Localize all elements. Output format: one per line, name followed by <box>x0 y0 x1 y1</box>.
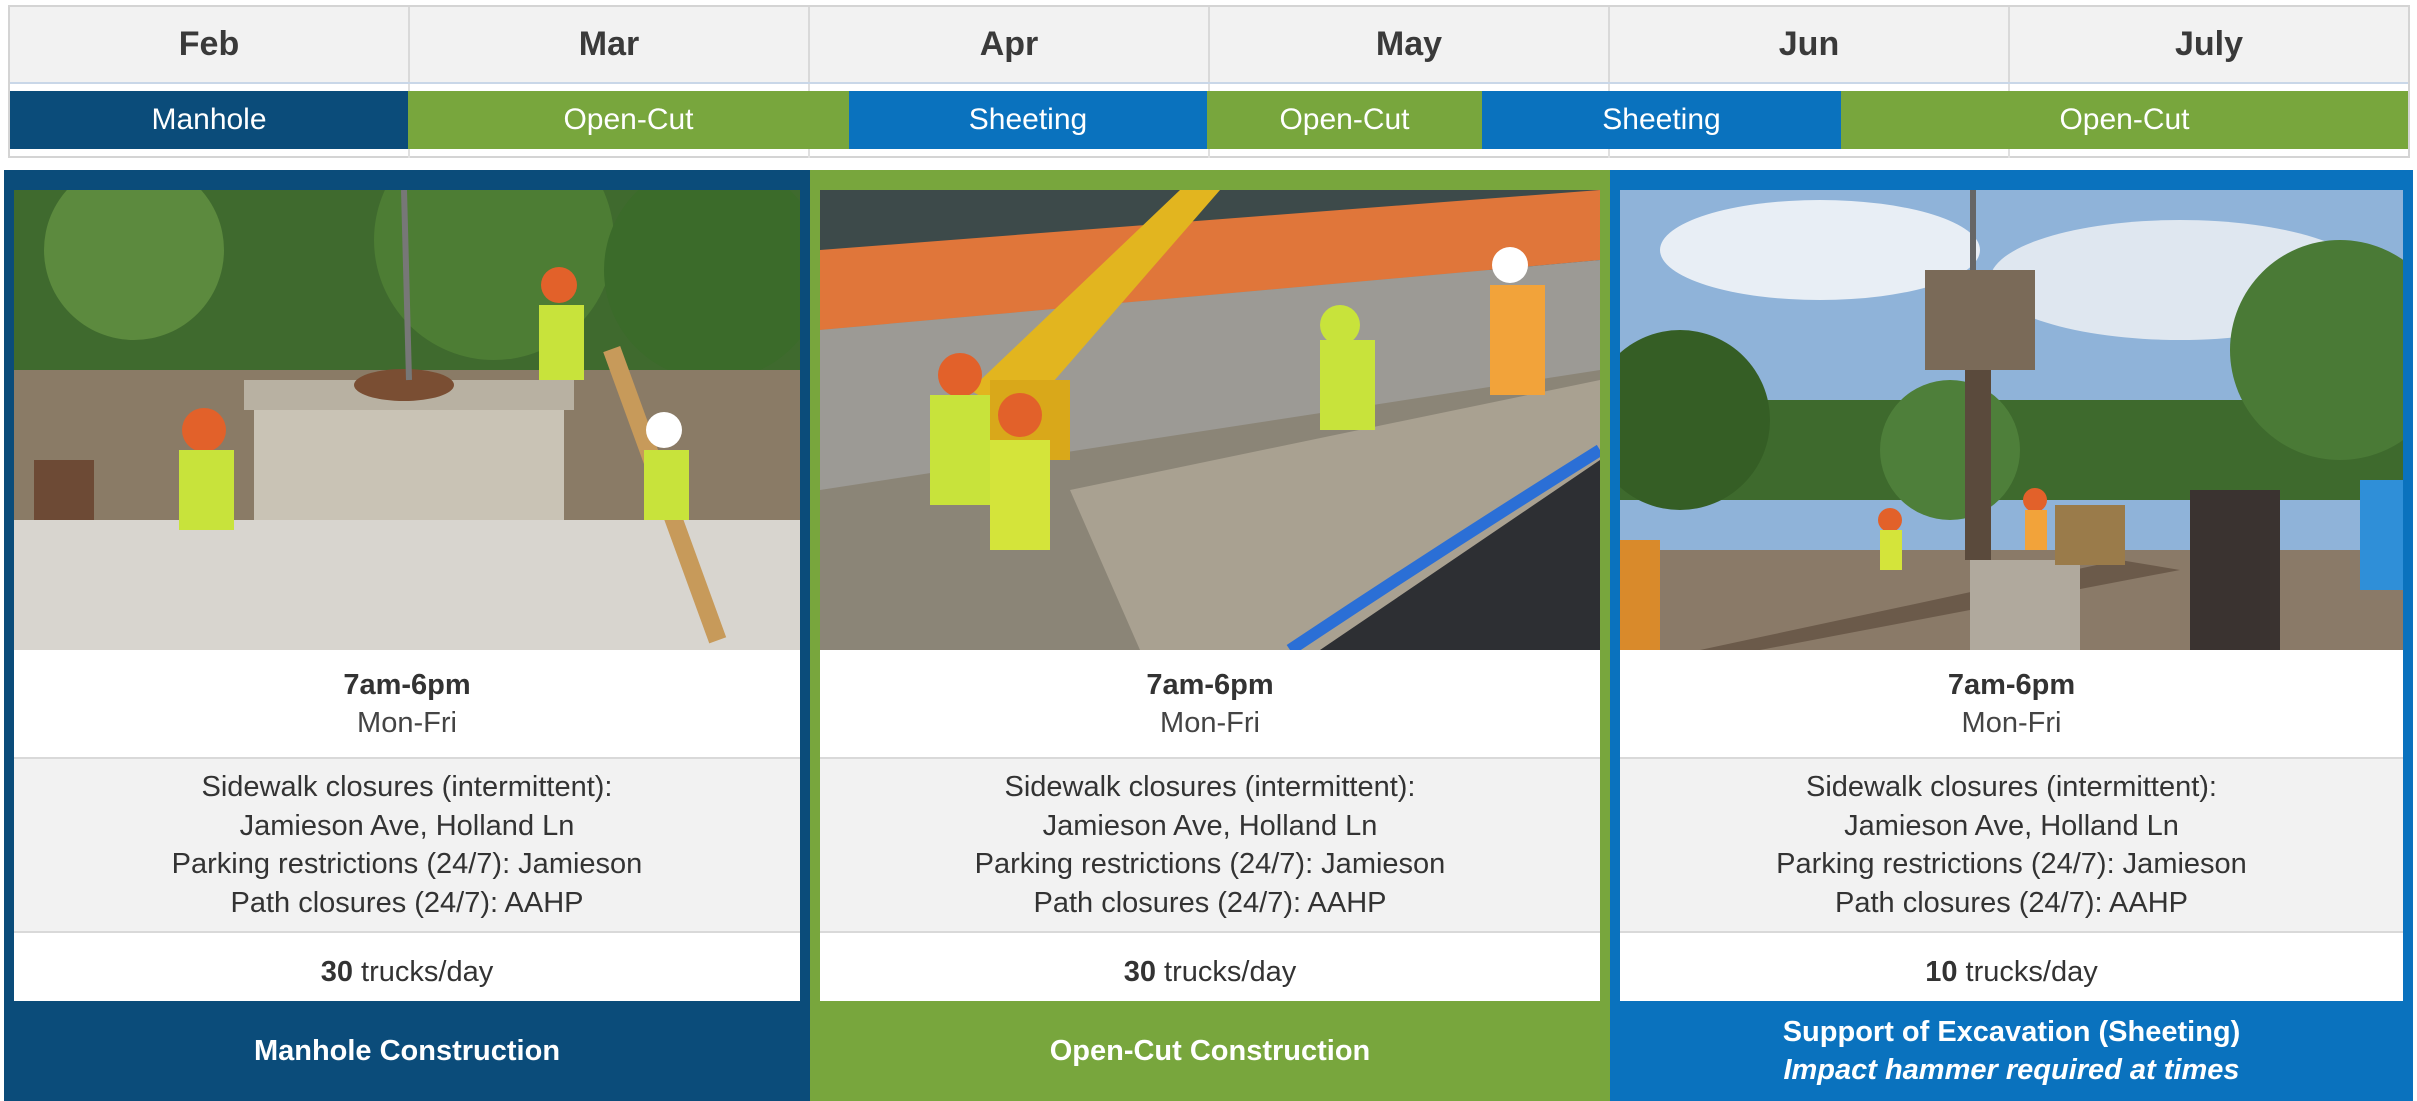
trucks-count: 30 <box>320 955 354 988</box>
closure-line: Sidewalk closures (intermittent): <box>1004 771 1416 803</box>
card-subtitle: Impact hammer required at times <box>1783 1054 2240 1086</box>
work-hours: 7am-6pm Mon-Fri <box>820 650 1600 759</box>
month-apr: Apr <box>810 7 1210 82</box>
month-feb: Feb <box>10 7 410 82</box>
closures-list: Sidewalk closures (intermittent): Jamies… <box>14 759 800 933</box>
closures-list: Sidewalk closures (intermittent): Jamies… <box>1620 759 2403 933</box>
work-time: 7am-6pm <box>1947 668 2076 701</box>
closure-line: Jamieson Ave, Holland Ln <box>239 809 575 842</box>
work-days: Mon-Fri <box>1961 706 2062 739</box>
sheeting-excavation-photo <box>1620 190 2403 650</box>
phase-bar-open-cut-1: Open-Cut <box>408 91 849 149</box>
closure-line: Path closures (24/7): AAHP <box>1835 886 2188 919</box>
work-days: Mon-Fri <box>1160 706 1260 739</box>
phase-bar-open-cut-2: Open-Cut <box>1207 91 1482 149</box>
month-header-row: Feb Mar Apr May Jun July <box>10 7 2408 84</box>
card-title: Support of Excavation (Sheeting) <box>1782 1016 2241 1048</box>
phase-bar-sheeting-2: Sheeting <box>1482 91 1841 149</box>
trucks-unit: trucks/day <box>1965 955 2098 988</box>
work-time: 7am-6pm <box>343 668 471 701</box>
closure-line: Sidewalk closures (intermittent): <box>201 771 613 803</box>
closure-line: Path closures (24/7): AAHP <box>230 886 584 919</box>
phase-bar-manhole: Manhole <box>10 91 408 149</box>
card-support-of-excavation: 7am-6pm Mon-Fri Sidewalk closures (inter… <box>1610 170 2413 1101</box>
month-july: July <box>2174 25 2244 63</box>
phase-bar-open-cut-3: Open-Cut <box>1841 91 2408 149</box>
closure-line: Jamieson Ave, Holland Ln <box>1844 809 2179 842</box>
card-title: Open-Cut Construction <box>1049 1035 1371 1067</box>
closure-line: Parking restrictions (24/7): Jamieson <box>1776 848 2247 880</box>
work-hours: 7am-6pm Mon-Fri <box>14 650 800 759</box>
trucks-unit: trucks/day <box>361 955 494 988</box>
month-mar: Mar <box>410 7 810 82</box>
trucks-count: 30 <box>1123 955 1157 988</box>
phase-bar-sheeting-1: Sheeting <box>849 91 1207 149</box>
card-title-bar: Open-Cut Construction <box>810 1001 1610 1101</box>
card-open-cut-construction: 7am-6pm Mon-Fri Sidewalk closures (inter… <box>810 170 1610 1101</box>
manhole-construction-photo <box>14 190 800 650</box>
construction-timeline: Feb Mar Apr May Jun July Manhole Open-Cu… <box>8 5 2410 158</box>
closure-line: Sidewalk closures (intermittent): <box>1806 771 2217 803</box>
open-cut-construction-photo <box>820 190 1600 650</box>
trucks-per-day: 30 trucks/day <box>820 933 1600 1011</box>
closure-line: Parking restrictions (24/7): Jamieson <box>974 848 1446 880</box>
trucks-per-day: 30 trucks/day <box>14 933 800 1011</box>
month-may: May <box>1210 7 1610 82</box>
card-title-bar: Manhole Construction <box>4 1001 810 1101</box>
closure-line: Parking restrictions (24/7): Jamieson <box>171 848 643 880</box>
closures-list: Sidewalk closures (intermittent): Jamies… <box>820 759 1600 933</box>
card-title-bar: Support of Excavation (Sheeting) Impact … <box>1610 1001 2413 1101</box>
closure-line: Jamieson Ave, Holland Ln <box>1042 809 1378 842</box>
month-jun: Jun <box>1610 7 2010 82</box>
trucks-count: 10 <box>1925 955 1958 988</box>
card-title: Manhole Construction <box>253 1035 561 1067</box>
trucks-unit: trucks/day <box>1164 955 1297 988</box>
trucks-per-day: 10 trucks/day <box>1620 933 2403 1011</box>
work-days: Mon-Fri <box>357 706 457 739</box>
work-hours: 7am-6pm Mon-Fri <box>1620 650 2403 759</box>
work-time: 7am-6pm <box>1146 668 1274 701</box>
card-manhole-construction: 7am-6pm Mon-Fri Sidewalk closures (inter… <box>4 170 810 1101</box>
closure-line: Path closures (24/7): AAHP <box>1033 886 1387 919</box>
